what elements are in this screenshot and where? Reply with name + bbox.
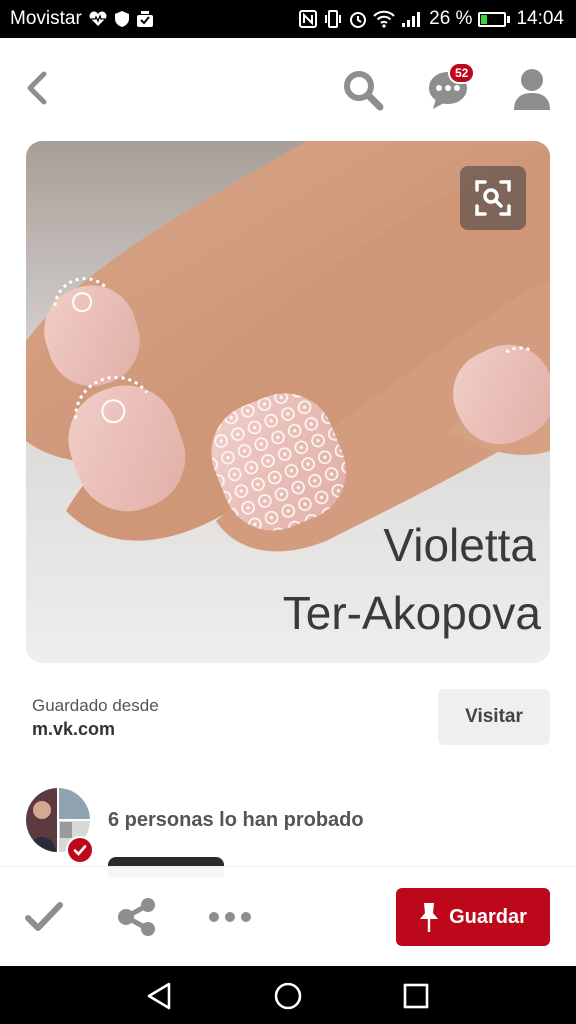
download-icon [136,10,154,28]
nfc-icon [299,10,318,28]
source-info: Guardado desde m.vk.com [32,696,159,740]
check-icon [73,845,87,856]
back-icon [27,71,47,105]
battery-tip [507,15,511,23]
back-triangle-icon [147,982,171,1010]
more-icon [209,912,251,922]
tried-label: 6 personas lo han probado [108,808,364,831]
alarm-icon [349,10,367,28]
battery-body [478,11,507,27]
save-label: Guardar [449,905,527,928]
profile-icon [514,69,550,110]
heart-pulse-icon [88,11,108,27]
recents-square-icon [403,983,429,1009]
nav-recents-button[interactable] [398,978,434,1014]
home-circle-icon [274,982,302,1010]
status-left: Movistar [10,8,154,30]
more-button[interactable] [205,897,255,937]
action-bar: Guardar [0,866,576,966]
battery-fill [481,14,488,24]
watermark-line2: Ter-Akopova [283,587,542,639]
nav-home-button[interactable] [270,978,306,1014]
save-button[interactable]: Guardar [396,888,550,946]
watermark-line1: Violetta [383,519,536,571]
status-bar: Movistar 26 % 14:04 [0,0,576,38]
signal-icon [401,10,423,28]
status-right: 26 % 14:04 [299,8,564,30]
visit-button[interactable]: Visitar [438,689,550,745]
pin-icon [420,903,439,932]
tried-check-badge [66,836,94,864]
vibrate-icon [323,10,343,28]
top-bar: 52 [0,38,576,138]
check-icon [25,902,63,931]
search-button[interactable] [341,68,385,112]
search-icon [344,71,384,111]
carrier-label: Movistar [10,8,82,29]
source-domain[interactable]: m.vk.com [32,719,159,740]
clock: 14:04 [516,8,564,29]
system-nav-bar [0,966,576,1024]
messages-badge: 52 [448,62,476,84]
tried-row[interactable]: 6 personas lo han probado [26,785,566,864]
nav-back-button[interactable] [141,978,177,1014]
visual-search-icon [475,180,511,216]
battery-percent: 26 % [429,8,473,29]
profile-button[interactable] [510,66,554,114]
tried-button[interactable] [22,897,66,937]
share-button[interactable] [114,895,160,939]
visual-search-button[interactable] [460,166,526,230]
back-button[interactable] [18,68,54,108]
battery-icon [478,11,511,27]
avatar-stack [26,788,94,864]
share-icon [118,898,155,936]
wifi-icon [373,10,395,28]
source-caption: Guardado desde [32,696,159,715]
shield-icon [114,10,130,28]
